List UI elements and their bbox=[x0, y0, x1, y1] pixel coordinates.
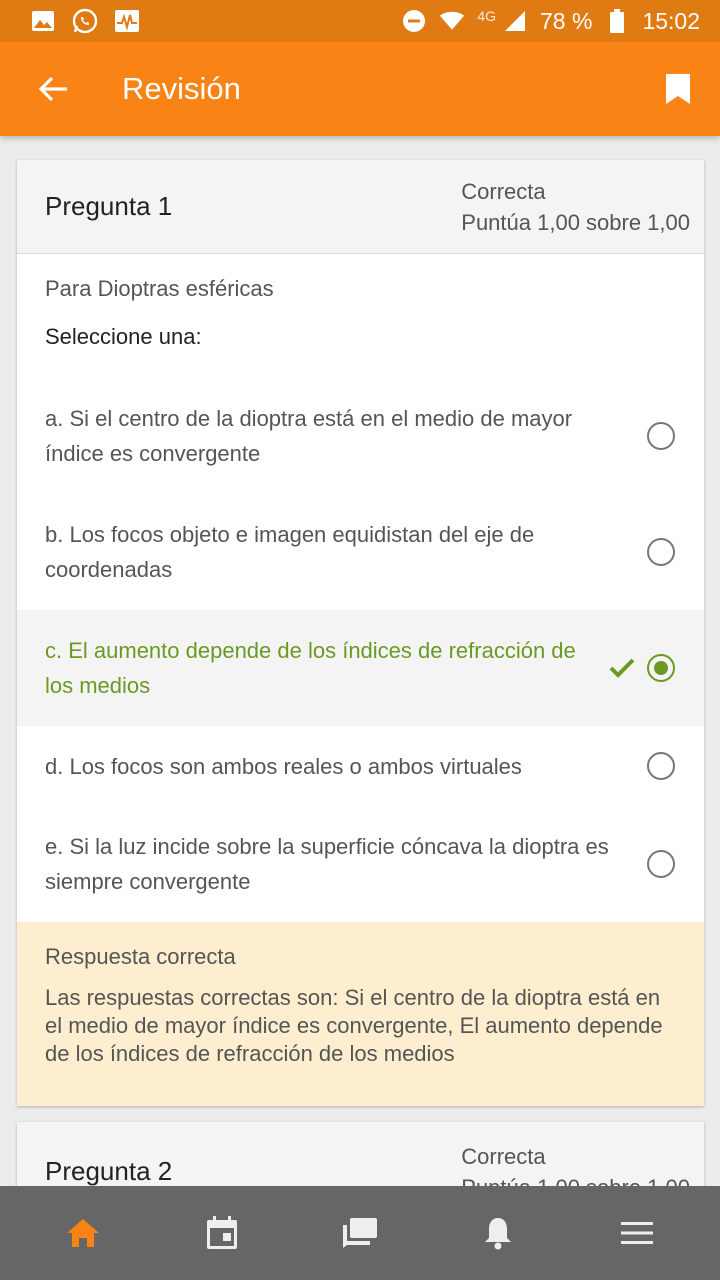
question-status: Correcta Puntúa 1,00 sobre 1,00 bbox=[461, 176, 690, 238]
answer-text: c. El aumento depende de los índices de … bbox=[45, 638, 576, 698]
gallery-icon bbox=[30, 8, 56, 34]
score-label: Puntúa 1,00 sobre 1,00 bbox=[461, 1172, 690, 1187]
arrow-left-icon bbox=[39, 76, 67, 102]
answer-text: a. Si el centro de la dioptra está en el… bbox=[45, 406, 573, 466]
question-title: Pregunta 2 bbox=[45, 1156, 173, 1186]
clock: 15:02 bbox=[642, 7, 700, 34]
feedback-box: Respuesta correcta Las respuestas correc… bbox=[17, 922, 704, 1106]
signal-icon bbox=[502, 8, 528, 34]
home-icon bbox=[67, 1219, 100, 1247]
answer-option-a[interactable]: a. Si el centro de la dioptra está en el… bbox=[17, 378, 704, 494]
question-title: Pregunta 1 bbox=[45, 191, 173, 221]
status-bar: 4G 78 % 15:02 bbox=[0, 0, 720, 42]
bottom-navigation bbox=[0, 1186, 720, 1280]
bell-icon bbox=[485, 1218, 512, 1250]
content-scroll[interactable]: Pregunta 1 Correcta Puntúa 1,00 sobre 1,… bbox=[0, 136, 720, 1186]
checkmark-icon bbox=[609, 658, 635, 678]
menu-icon bbox=[620, 1222, 653, 1244]
answer-option-c[interactable]: c. El aumento depende de los índices de … bbox=[17, 610, 704, 726]
answer-option-d[interactable]: d. Los focos son ambos reales o ambos vi… bbox=[17, 726, 704, 806]
network-type: 4G bbox=[477, 8, 496, 24]
battery-percent: 78 % bbox=[540, 7, 593, 34]
answer-option-b[interactable]: b. Los focos objeto e imagen equidistan … bbox=[17, 494, 704, 610]
page-title: Revisión bbox=[122, 71, 241, 106]
app-bar: Revisión bbox=[0, 42, 720, 136]
answer-text: d. Los focos son ambos reales o ambos vi… bbox=[45, 753, 522, 779]
question-status: Correcta Puntúa 1,00 sobre 1,00 bbox=[461, 1141, 690, 1187]
feedback-title: Respuesta correcta bbox=[45, 944, 236, 969]
radio-checked[interactable] bbox=[647, 654, 675, 682]
radio-unchecked[interactable] bbox=[647, 422, 675, 450]
radio-unchecked[interactable] bbox=[647, 850, 675, 878]
do-not-disturb-icon bbox=[401, 8, 427, 34]
nav-notifications-button[interactable] bbox=[462, 1197, 534, 1269]
question-header: Pregunta 2 Correcta Puntúa 1,00 sobre 1,… bbox=[17, 1122, 704, 1186]
answer-list: a. Si el centro de la dioptra está en el… bbox=[17, 378, 704, 922]
feedback-body: Las respuestas correctas son: Si el cent… bbox=[45, 985, 663, 1066]
status-label: Correcta bbox=[461, 1143, 546, 1169]
score-label: Puntúa 1,00 sobre 1,00 bbox=[461, 209, 690, 235]
nav-home-button[interactable] bbox=[47, 1197, 119, 1269]
radio-unchecked[interactable] bbox=[647, 538, 675, 566]
question-card-2: Pregunta 2 Correcta Puntúa 1,00 sobre 1,… bbox=[17, 1122, 704, 1186]
question-text: Para Dioptras esféricas bbox=[45, 276, 274, 301]
radio-unchecked[interactable] bbox=[647, 752, 675, 780]
bookmark-icon bbox=[666, 74, 690, 104]
bookmark-button[interactable] bbox=[660, 69, 696, 109]
calendar-icon bbox=[206, 1216, 237, 1249]
question-card-1: Pregunta 1 Correcta Puntúa 1,00 sobre 1,… bbox=[17, 160, 704, 1106]
question-prompt: Seleccione una: bbox=[45, 324, 202, 349]
battery-icon bbox=[604, 8, 630, 34]
back-button[interactable] bbox=[26, 61, 82, 117]
nav-menu-button[interactable] bbox=[601, 1197, 673, 1269]
answer-text: e. Si la luz incide sobre la superficie … bbox=[45, 834, 609, 894]
whatsapp-icon bbox=[72, 8, 98, 34]
messages-icon bbox=[342, 1218, 377, 1248]
question-header: Pregunta 1 Correcta Puntúa 1,00 sobre 1,… bbox=[17, 160, 704, 254]
activity-icon bbox=[114, 8, 140, 34]
answer-option-e[interactable]: e. Si la luz incide sobre la superficie … bbox=[17, 806, 704, 922]
answer-text: b. Los focos objeto e imagen equidistan … bbox=[45, 522, 535, 582]
wifi-icon bbox=[439, 8, 465, 34]
status-label: Correcta bbox=[461, 178, 546, 204]
nav-calendar-button[interactable] bbox=[186, 1197, 258, 1269]
nav-messages-button[interactable] bbox=[324, 1197, 396, 1269]
